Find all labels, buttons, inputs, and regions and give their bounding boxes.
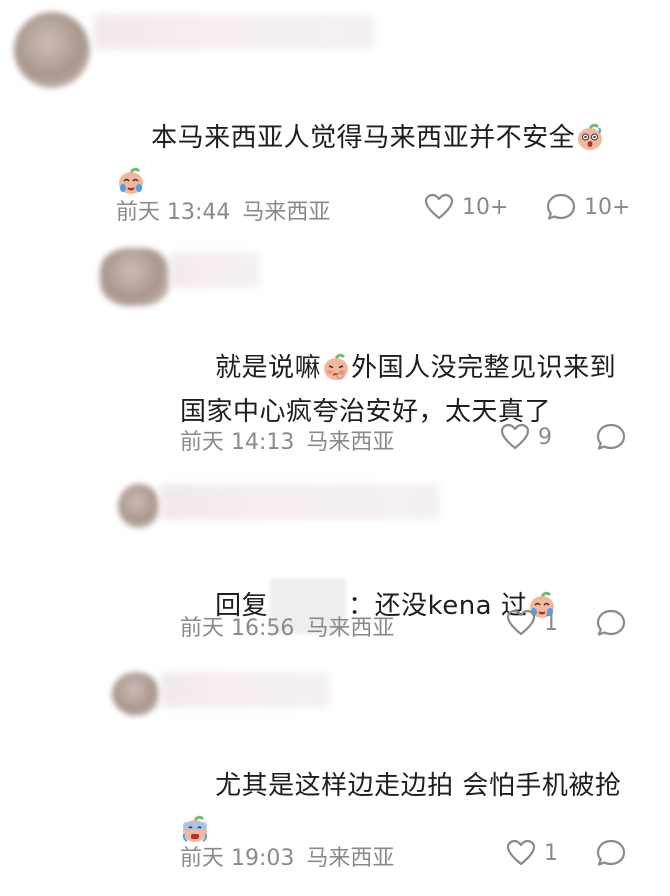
- comment-4: 尤其是这样边走边拍 会怕手机被抢 前天 19:03 马来西亚 1: [0, 668, 670, 886]
- like-button[interactable]: 10+: [424, 193, 508, 221]
- shocked-face-emoji-icon: [575, 122, 605, 152]
- like-count: 1: [544, 610, 558, 636]
- like-count: 9: [538, 424, 552, 450]
- comment-text: 回复 ：还没kena 过: [180, 534, 650, 678]
- comment-3: 回复 ：还没kena 过 前天 16:56 马来西亚 1: [0, 478, 670, 668]
- username-blurred[interactable]: [170, 252, 260, 288]
- comment-time: 前天 16:56: [180, 616, 295, 641]
- like-button[interactable]: 9: [500, 423, 552, 451]
- avatar[interactable]: [118, 484, 160, 528]
- comment-2: 就是说嘛 外国人没完整见识来到国家中心疯夸治安好，太天真了 前天 14:13 马来西…: [0, 240, 670, 480]
- avatar[interactable]: [100, 248, 170, 306]
- comment-location: 马来西亚: [306, 846, 395, 871]
- comment-time: 前天 13:44: [116, 200, 231, 225]
- like-count: 1: [544, 840, 558, 866]
- reply-button[interactable]: [596, 609, 626, 637]
- comment-bubble-icon: [596, 609, 626, 636]
- comment-meta: 前天 13:44 马来西亚: [116, 194, 330, 226]
- comment-bubble-icon: [546, 193, 576, 220]
- comment-bubble-icon: [596, 839, 626, 866]
- comment-text-part1: 就是说嘛: [215, 353, 322, 383]
- comment-text-body: 尤其是这样边走边拍 会怕手机被抢: [215, 771, 622, 801]
- like-button[interactable]: 1: [506, 609, 558, 637]
- heart-icon: [506, 609, 536, 636]
- username-blurred[interactable]: [94, 14, 374, 50]
- comment-text-body: 本马来西亚人觉得马来西亚并不安全: [151, 123, 576, 153]
- comment-meta: 前天 14:13 马来西亚: [180, 424, 394, 456]
- reply-button[interactable]: [596, 839, 626, 867]
- comment-bubble-icon: [596, 423, 626, 450]
- comment-text-part2: 外国人没完整见识来到: [351, 353, 617, 383]
- username-blurred[interactable]: [160, 672, 330, 708]
- heart-icon: [424, 193, 454, 220]
- like-button[interactable]: 1: [506, 839, 558, 867]
- reply-button[interactable]: [596, 423, 626, 451]
- reply-count: 10+: [584, 194, 631, 220]
- avatar[interactable]: [14, 12, 90, 88]
- comment-1: 本马来西亚人觉得马来西亚并不安全 前天 13:44 马来西亚 10+ 10+: [0, 0, 670, 240]
- comment-location: 马来西亚: [242, 200, 331, 225]
- crying-face-emoji-icon: [116, 166, 146, 196]
- heart-icon: [506, 839, 536, 866]
- comment-text-line2: 国家中心疯夸治安好，太天真了: [180, 397, 552, 427]
- comment-location: 马来西亚: [306, 430, 395, 455]
- reply-button[interactable]: 10+: [546, 193, 630, 221]
- like-count: 10+: [462, 194, 509, 220]
- username-blurred[interactable]: [160, 484, 440, 520]
- comment-meta: 前天 16:56 马来西亚: [180, 610, 394, 642]
- comment-time: 前天 19:03: [180, 846, 295, 871]
- comment-meta: 前天 19:03 马来西亚: [180, 840, 394, 872]
- comment-location: 马来西亚: [306, 616, 395, 641]
- shy-face-emoji-icon: [321, 352, 351, 382]
- comment-time: 前天 14:13: [180, 430, 295, 455]
- heart-icon: [500, 423, 530, 450]
- avatar[interactable]: [112, 672, 160, 716]
